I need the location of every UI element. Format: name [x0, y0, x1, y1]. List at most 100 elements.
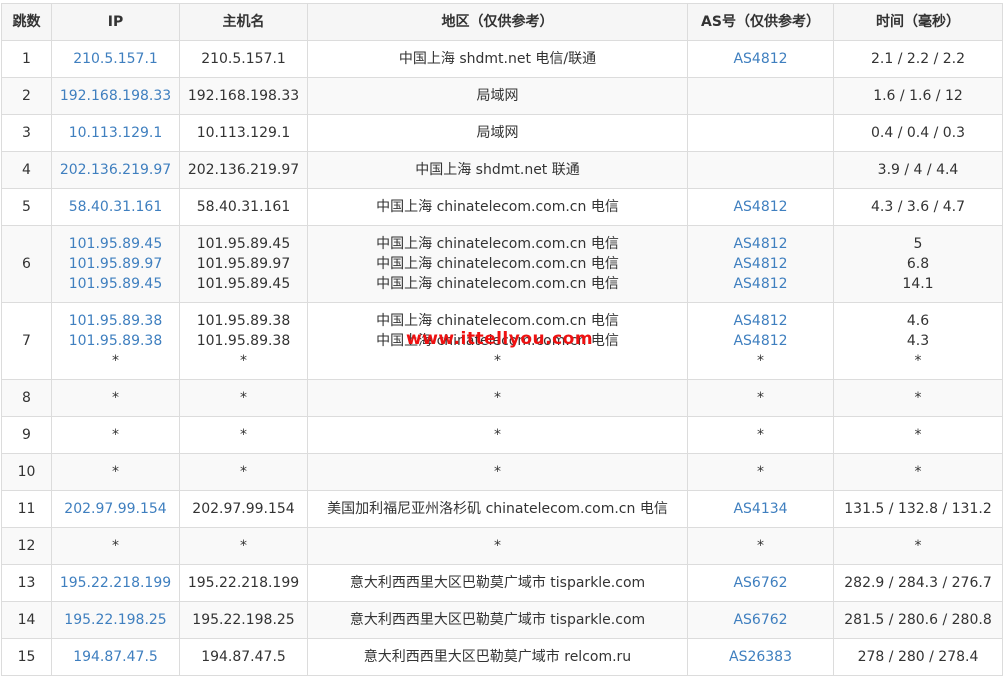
region-cell-text: 中国上海 chinatelecom.com.cn 电信 — [376, 276, 619, 292]
header-asn: AS号（仅供参考） — [687, 3, 834, 41]
hostname-cell: 202.97.99.154 — [179, 490, 308, 528]
region-cell-text: * — [494, 353, 501, 369]
ip-link[interactable]: 10.113.129.1 — [56, 123, 175, 143]
asn-link[interactable]: AS26383 — [692, 647, 829, 667]
table-row: 13 195.22.218.199 195.22.218.199 意大利西西里大区巴勒… — [1, 564, 1003, 602]
time-cell-text: * — [914, 427, 922, 443]
traceroute-table: 跳数 IP 主机名 地区（仅供参考） AS号（仅供参考） 时间（毫秒） 1 210… — [1, 3, 1003, 676]
ip-link[interactable]: 101.95.89.38 — [56, 311, 175, 331]
hop-cell: 3 — [1, 114, 52, 152]
region-cell: 意大利西西里大区巴勒莫广域市 tisparkle.com — [307, 601, 688, 639]
hostname-cell-text: 202.97.99.154 — [192, 501, 295, 517]
time-cell-text: 5 — [913, 236, 923, 252]
asn-link[interactable]: AS4812 — [692, 197, 829, 217]
hostname-cell: 195.22.218.199 — [179, 564, 308, 602]
header-time: 时间（毫秒） — [833, 3, 1003, 41]
hostname-cell-text: 58.40.31.161 — [196, 199, 291, 215]
asn-cell — [687, 151, 834, 189]
asn-link: * — [757, 464, 764, 480]
hostname-cell: 101.95.89.38 101.95.89.38 * — [179, 302, 308, 380]
table-row: 15 194.87.47.5 194.87.47.5 意大利西西里大区巴勒莫广域市 r… — [1, 638, 1003, 676]
asn-link[interactable]: AS6762 — [692, 573, 829, 593]
time-cell: * — [833, 527, 1003, 565]
hostname-cell-text: 101.95.89.97 — [196, 256, 291, 272]
ip-link[interactable]: 194.87.47.5 — [56, 647, 175, 667]
table-row: 1 210.5.157.1 210.5.157.1 中国上海 shdmt.net 电信… — [1, 40, 1003, 78]
asn-link[interactable]: AS4812 — [692, 234, 829, 254]
table-row: 8 * * * * * — [1, 379, 1003, 417]
hop-cell: 13 — [1, 564, 52, 602]
region-cell-text: 中国上海 shdmt.net 联通 — [415, 162, 580, 178]
table-row: 14 195.22.198.25 195.22.198.25 意大利西西里大区巴勒莫广… — [1, 601, 1003, 639]
ip-cell: 58.40.31.161 — [51, 188, 180, 226]
asn-link[interactable]: AS6762 — [692, 610, 829, 630]
asn-cell: AS6762 — [687, 601, 834, 639]
region-cell: * — [307, 527, 688, 565]
region-cell-text: 美国加利福尼亚州洛杉矶 chinatelecom.com.cn 电信 — [327, 501, 668, 517]
hostname-cell-text: 195.22.198.25 — [192, 612, 295, 628]
ip-cell: 195.22.218.199 — [51, 564, 180, 602]
time-cell-text: 278 / 280 / 278.4 — [857, 649, 979, 665]
asn-link: * — [757, 427, 764, 443]
hostname-cell-text: * — [240, 353, 247, 369]
ip-cell: * — [51, 453, 180, 491]
table-row: 7 101.95.89.38 101.95.89.38 * 101.95.89.38 10… — [1, 302, 1003, 380]
header-hostname: 主机名 — [179, 3, 308, 41]
time-cell: 3.9 / 4 / 4.4 — [833, 151, 1003, 189]
time-cell: 131.5 / 132.8 / 131.2 — [833, 490, 1003, 528]
hostname-cell: 210.5.157.1 — [179, 40, 308, 78]
ip-link[interactable]: 210.5.157.1 — [56, 49, 175, 69]
hostname-cell-text: 10.113.129.1 — [196, 125, 291, 141]
ip-link[interactable]: 58.40.31.161 — [56, 197, 175, 217]
time-cell-text: 1.6 / 1.6 / 12 — [873, 88, 963, 104]
time-cell-text: 14.1 — [902, 276, 934, 292]
asn-link[interactable]: AS4134 — [692, 499, 829, 519]
ip-link: * — [112, 390, 119, 406]
ip-link: * — [112, 353, 119, 369]
hostname-cell: * — [179, 379, 308, 417]
ip-cell: 194.87.47.5 — [51, 638, 180, 676]
ip-link[interactable]: 195.22.218.199 — [56, 573, 175, 593]
region-cell-text: * — [494, 427, 501, 443]
ip-link[interactable]: 101.95.89.38 — [56, 331, 175, 351]
ip-link[interactable]: 195.22.198.25 — [56, 610, 175, 630]
asn-link[interactable]: AS4812 — [692, 254, 829, 274]
asn-cell: * — [687, 416, 834, 454]
asn-cell: * — [687, 453, 834, 491]
ip-cell: * — [51, 379, 180, 417]
hop-cell: 5 — [1, 188, 52, 226]
ip-link[interactable]: 202.97.99.154 — [56, 499, 175, 519]
asn-cell: AS4812 — [687, 188, 834, 226]
time-cell-text: 282.9 / 284.3 / 276.7 — [844, 575, 992, 591]
hostname-cell-text: 210.5.157.1 — [201, 51, 286, 67]
asn-link[interactable]: AS4812 — [692, 331, 829, 351]
hostname-cell-text: 194.87.47.5 — [201, 649, 286, 665]
time-cell-text: 3.9 / 4 / 4.4 — [877, 162, 959, 178]
table-row: 12 * * * * * — [1, 527, 1003, 565]
time-cell-text: 6.8 — [906, 256, 930, 272]
asn-cell — [687, 114, 834, 152]
ip-link[interactable]: 101.95.89.45 — [56, 234, 175, 254]
asn-link[interactable]: AS4812 — [692, 274, 829, 294]
asn-link: * — [757, 390, 764, 406]
asn-cell: AS6762 — [687, 564, 834, 602]
region-cell: 中国上海 chinatelecom.com.cn 电信 中国上海 chinatel… — [307, 225, 688, 303]
table-row: 5 58.40.31.161 58.40.31.161 中国上海 chinatelec… — [1, 188, 1003, 226]
time-cell: * — [833, 453, 1003, 491]
ip-link[interactable]: 101.95.89.97 — [56, 254, 175, 274]
header-hop: 跳数 — [1, 3, 52, 41]
asn-link[interactable]: AS4812 — [692, 49, 829, 69]
hostname-cell-text: 101.95.89.45 — [196, 276, 291, 292]
ip-link[interactable]: 202.136.219.97 — [56, 160, 175, 180]
ip-link[interactable]: 192.168.198.33 — [56, 86, 175, 106]
hostname-cell: 194.87.47.5 — [179, 638, 308, 676]
region-cell: * — [307, 379, 688, 417]
hop-cell: 14 — [1, 601, 52, 639]
ip-cell: 192.168.198.33 — [51, 77, 180, 115]
asn-link[interactable]: AS4812 — [692, 311, 829, 331]
table-row: 10 * * * * * — [1, 453, 1003, 491]
time-cell-text: 2.1 / 2.2 / 2.2 — [870, 51, 966, 67]
hop-cell: 8 — [1, 379, 52, 417]
ip-link[interactable]: 101.95.89.45 — [56, 274, 175, 294]
region-cell: 中国上海 shdmt.net 电信/联通 — [307, 40, 688, 78]
